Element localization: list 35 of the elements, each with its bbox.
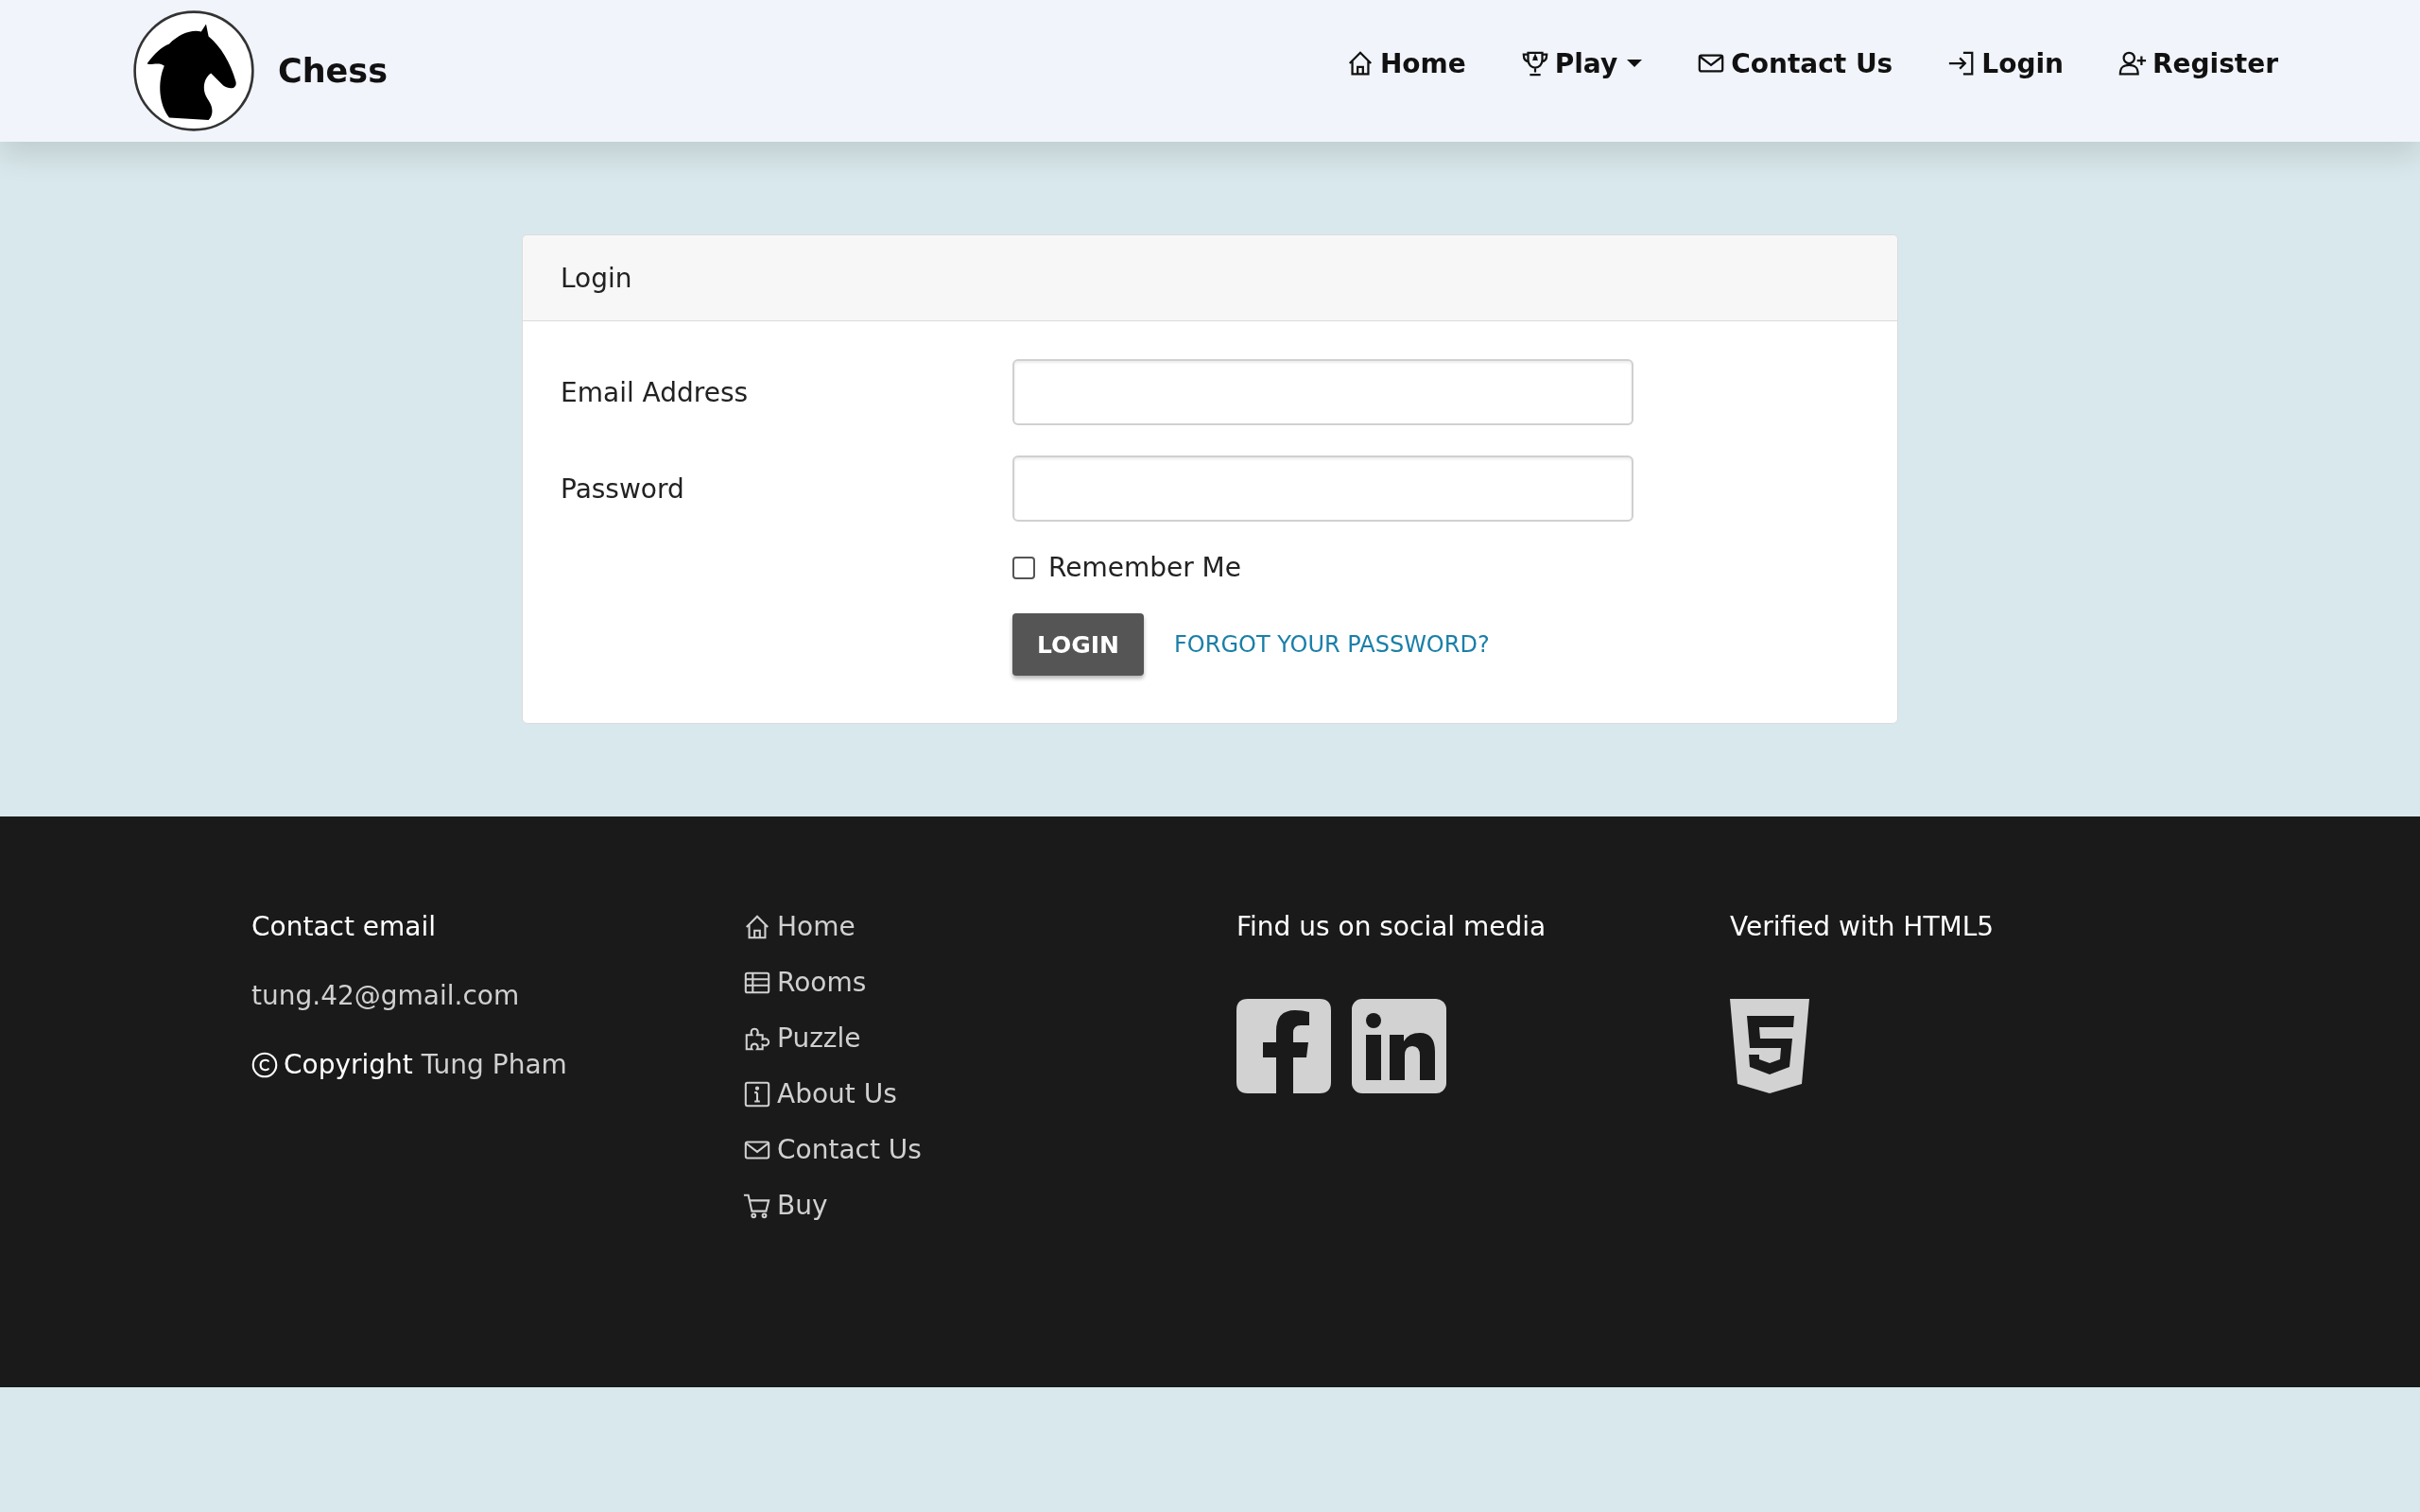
nav-link[interactable]: Contact Us [1697,47,1893,79]
input-field[interactable] [1012,455,1634,522]
linkedin-icon[interactable] [1352,999,1446,1093]
trophy-icon [1520,49,1549,77]
input-field[interactable] [1012,359,1634,425]
nav-link[interactable]: Home [1345,47,1466,79]
nav-link[interactable]: Register [2118,47,2278,79]
footer-link[interactable]: Puzzle [743,1022,861,1054]
nav-link[interactable]: Login [1947,47,2064,79]
horse-logo-icon[interactable] [132,9,255,132]
add-user-icon [2118,49,2147,77]
card-title: Login [561,262,632,294]
nav-link[interactable]: Play [1520,47,1643,79]
forgot-password-link[interactable]: FORGOT YOUR PASSWORD? [1174,631,1490,658]
brand-name[interactable]: Chess [278,52,388,90]
footer-link[interactable]: Rooms [743,967,867,998]
copyright-text: Copyright Tung Pham [284,1049,567,1080]
remember-checkbox[interactable] [1012,556,1035,579]
footer-heading: Verified with HTML5 [1730,911,1995,942]
footer-link[interactable]: Buy [743,1190,828,1221]
checkbox-label: Remember Me [1048,552,1241,583]
footer-heading: Find us on social media [1236,911,1547,942]
login-button[interactable]: LOGIN [1012,613,1145,676]
caret-icon [1627,60,1643,67]
footer-link[interactable]: Contact Us [743,1134,922,1165]
footer-link[interactable]: About Us [743,1078,897,1109]
html5-shield-icon [1730,999,1809,1093]
info-icon [743,1079,771,1108]
contact-email: tung.42@gmail.com [251,980,520,1011]
facebook-icon[interactable] [1236,999,1331,1093]
field-label: Email Address [561,376,750,408]
field-label: Password [561,472,685,505]
copyright-icon [251,1051,278,1078]
footer-link[interactable]: Home [743,911,856,942]
footer-heading: Contact email [251,911,437,942]
